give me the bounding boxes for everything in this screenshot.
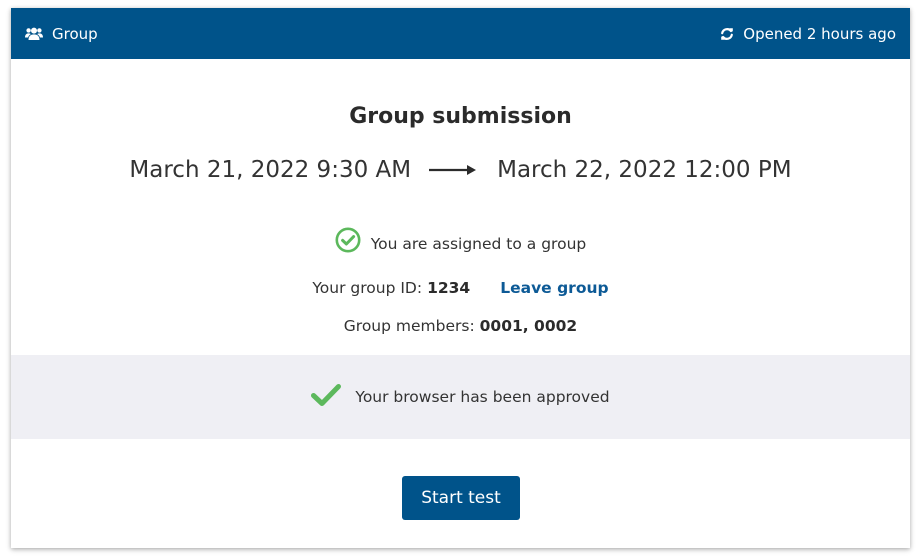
arrow-right-icon — [429, 164, 477, 176]
group-assigned-status: You are assigned to a group — [11, 227, 910, 261]
card-header: Group Opened 2 hours ago — [11, 8, 910, 59]
end-datetime: March 22, 2022 12:00 PM — [497, 157, 792, 183]
browser-approved-band: Your browser has been approved — [11, 355, 910, 439]
header-status: Opened 2 hours ago — [720, 25, 896, 43]
submission-card: Group Opened 2 hours ago Group submissio… — [11, 8, 910, 548]
group-members-row: Group members: 0001, 0002 — [11, 316, 910, 336]
opened-status-text: Opened 2 hours ago — [743, 24, 896, 43]
header-group-label: Group — [52, 24, 98, 43]
start-test-button[interactable]: Start test — [402, 476, 520, 520]
checkmark-icon — [311, 383, 342, 411]
start-datetime: March 21, 2022 9:30 AM — [129, 157, 412, 183]
browser-approved-text: Your browser has been approved — [355, 388, 610, 406]
refresh-icon — [720, 27, 734, 41]
check-circle-icon — [335, 227, 361, 261]
card-body: Group submission March 21, 2022 9:30 AM … — [11, 59, 910, 336]
users-icon — [25, 27, 43, 41]
assigned-text: You are assigned to a group — [370, 235, 587, 253]
header-group: Group — [25, 25, 98, 43]
group-members-label: Group members: — [343, 317, 475, 335]
group-id-row: Your group ID: 1234 Leave group — [11, 278, 910, 298]
date-range: March 21, 2022 9:30 AM March 22, 2022 12… — [11, 155, 910, 185]
group-id-value: 1234 — [427, 279, 471, 297]
page-title: Group submission — [349, 104, 572, 129]
group-members-value: 0001, 0002 — [479, 317, 578, 335]
group-id-label: Your group ID: — [312, 279, 423, 297]
leave-group-link[interactable]: Leave group — [500, 278, 608, 298]
